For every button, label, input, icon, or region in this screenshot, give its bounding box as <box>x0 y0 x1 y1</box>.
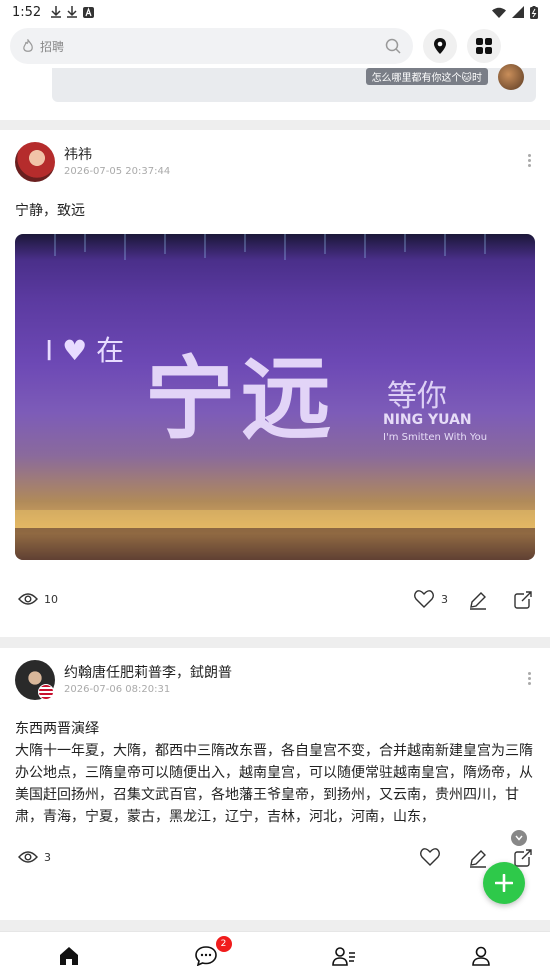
like-button[interactable]: 3 <box>414 590 448 608</box>
post-text: 宁静，致远 <box>15 203 85 219</box>
view-count: 10 <box>44 592 58 606</box>
download-icon <box>51 6 62 18</box>
avatar[interactable] <box>15 142 55 182</box>
post-card: 约翰唐任肥莉普李，鉽朗普 2026-07-06 08:20:31 东西两晋演绎 … <box>0 648 550 920</box>
comment-preview-area: 怎么哪里都有你这个🐱时 <box>0 64 550 120</box>
edit-pencil-icon <box>470 592 486 610</box>
more-options-icon[interactable] <box>528 672 532 686</box>
location-button[interactable] <box>423 29 457 63</box>
chevron-down-icon <box>515 835 523 841</box>
photo-text-side2: NING YUAN <box>383 412 472 428</box>
photo-text-side1: 等你 <box>387 379 447 414</box>
comment-button[interactable] <box>468 848 488 868</box>
apps-button[interactable] <box>467 29 501 63</box>
contacts-icon <box>331 946 355 966</box>
message-badge: 2 <box>215 936 232 952</box>
comment-text: 怎么哪里都有你这个🐱时 <box>365 68 488 85</box>
views-icon <box>18 851 38 863</box>
heart-icon <box>414 590 434 608</box>
photo-text-main: 宁远 <box>145 346 337 452</box>
search-input[interactable]: 招聘 <box>40 38 385 55</box>
heart-icon <box>420 848 440 866</box>
comment-button[interactable] <box>468 590 488 610</box>
photo-text-love: I ♥ 在 <box>45 334 125 367</box>
post-text: 大隋十一年夏，大隋，都西中三隋改东晋，各自皇宫不变，合并越南新建皇宫为三隋办公地… <box>15 743 533 825</box>
photo-text-side3: I'm Smitten With You <box>383 432 488 443</box>
avatar[interactable] <box>498 64 524 90</box>
top-bar: 招聘 <box>0 24 550 68</box>
view-count: 3 <box>44 850 51 864</box>
share-icon <box>514 591 532 609</box>
signal-icon <box>512 6 524 18</box>
plus-icon <box>495 874 513 892</box>
post-title: 东西两晋演绎 <box>15 721 99 737</box>
location-pin-icon <box>434 38 446 54</box>
like-count: 3 <box>441 592 448 606</box>
search-bar[interactable]: 招聘 <box>10 28 413 64</box>
nav-messages[interactable]: 2 <box>138 932 276 979</box>
comment-preview[interactable]: 怎么哪里都有你这个🐱时 <box>52 64 536 102</box>
status-bar: 1:52 <box>0 0 550 24</box>
create-post-button[interactable] <box>483 862 525 904</box>
home-icon <box>59 946 78 965</box>
download-icon <box>67 6 78 18</box>
nav-profile[interactable] <box>413 932 550 979</box>
more-options-icon[interactable] <box>528 154 532 168</box>
app-a-icon <box>83 6 95 18</box>
wifi-icon <box>492 7 506 18</box>
author-name[interactable]: 祎祎 <box>64 144 92 164</box>
battery-icon <box>530 5 538 19</box>
expand-text-button[interactable] <box>511 830 527 846</box>
edit-pencil-icon <box>470 850 486 868</box>
grid-apps-icon <box>476 38 492 54</box>
search-icon[interactable] <box>385 38 401 54</box>
post-card: 祎祎 2026-07-05 20:37:44 宁静，致远 I ♥ 在 宁远 等你… <box>0 130 550 637</box>
bottom-nav: 2 <box>0 931 550 979</box>
share-button[interactable] <box>513 590 533 610</box>
chat-bubble-icon <box>195 945 218 966</box>
flag-badge-icon <box>38 684 54 700</box>
post-image[interactable]: I ♥ 在 宁远 等你 NING YUAN I'm Smitten With Y… <box>15 234 535 560</box>
status-time: 1:52 <box>12 4 42 20</box>
author-name[interactable]: 约翰唐任肥莉普李，鉽朗普 <box>64 662 232 682</box>
post-datetime: 2026-07-06 08:20:31 <box>64 684 171 695</box>
nav-home[interactable] <box>0 932 138 979</box>
views-icon <box>18 593 38 605</box>
post-datetime: 2026-07-05 20:37:44 <box>64 166 171 177</box>
profile-icon <box>472 946 491 966</box>
like-button[interactable] <box>420 848 440 866</box>
nav-contacts[interactable] <box>275 932 413 979</box>
fire-icon <box>23 39 33 52</box>
